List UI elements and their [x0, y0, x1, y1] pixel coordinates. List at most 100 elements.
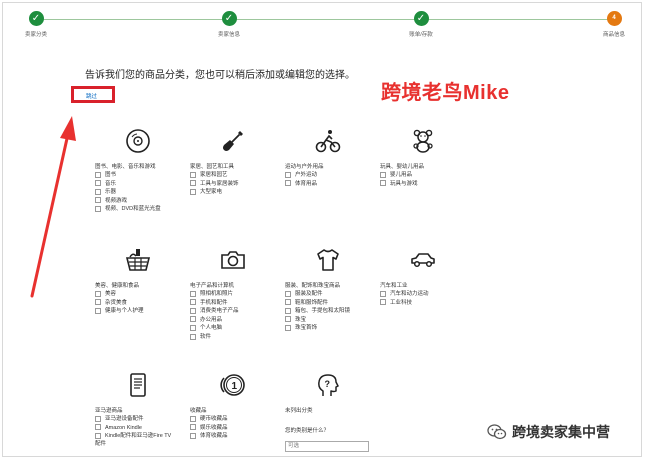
checkbox[interactable]	[95, 415, 101, 422]
checkbox[interactable]	[285, 324, 291, 331]
progress-step-4: 4 商品信息	[584, 11, 644, 38]
category-checkbox[interactable]: 视频、DVD和蓝光光盘	[95, 205, 205, 214]
checkbox[interactable]	[285, 180, 291, 187]
unlisted-category-input[interactable]	[285, 440, 369, 452]
category-checkbox[interactable]: 杂货美食	[95, 299, 205, 308]
checkbox[interactable]	[95, 307, 101, 314]
category-sports-outdoors: 运动与户外用品 户外运动 体育用品	[285, 128, 395, 188]
category-beauty-health-grocery: 美容、健康和食品 美容 杂货美食 健康与个人护理	[95, 247, 205, 316]
category-checkbox[interactable]: 体育收藏品	[190, 432, 300, 441]
category-checkbox[interactable]: 工业科技	[380, 299, 490, 308]
category-name: 电子产品和计算机	[190, 283, 235, 289]
category-toys-baby: 玩具、婴幼儿用品 婴儿用品 玩具与游戏	[380, 128, 490, 188]
checkbox[interactable]	[95, 197, 101, 204]
checkbox[interactable]	[95, 290, 101, 297]
category-checkbox[interactable]: 大型家电	[190, 188, 300, 197]
checkbox[interactable]	[95, 432, 101, 439]
progress-step-1: ✓ 卖家分类	[6, 11, 66, 38]
category-name: 收藏品	[190, 408, 207, 414]
checkbox[interactable]	[380, 290, 386, 297]
checkmark-icon: ✓	[413, 11, 429, 26]
category-checkbox[interactable]: 视频游戏	[95, 197, 205, 206]
checkbox[interactable]	[95, 424, 101, 431]
checkbox[interactable]	[190, 299, 196, 306]
current-step-icon: 4	[606, 11, 622, 26]
category-checkbox[interactable]: 照相机和照片	[190, 290, 300, 299]
category-amazon-products: 亚马逊商品 亚马逊设备配件 Amazon Kindle Kindle配件和亚马逊…	[95, 372, 205, 448]
category-checkbox[interactable]: 婴儿用品	[380, 171, 490, 180]
category-checkbox[interactable]: 消费类电子产品	[190, 307, 300, 316]
checkbox[interactable]	[95, 180, 101, 187]
category-collectibles: 1 收藏品 硬币收藏品 娱乐收藏品 体育收藏品	[190, 372, 300, 441]
svg-text:?: ?	[325, 379, 331, 389]
category-checkbox[interactable]: 亚马逊设备配件	[95, 415, 205, 424]
checkbox[interactable]	[285, 171, 291, 178]
category-checkbox[interactable]: 健康与个人护理	[95, 307, 205, 316]
svg-text:1: 1	[232, 381, 238, 392]
step-label: 账单/存款	[409, 32, 433, 38]
checkbox[interactable]	[380, 180, 386, 187]
category-books-media: 图书、电影、音乐和游戏 图书 音乐 乐器 视频游戏 视频、DVD和蓝光光盘	[95, 128, 205, 214]
category-checkbox[interactable]: 软件	[190, 333, 300, 342]
checkbox[interactable]	[285, 299, 291, 306]
wechat-icon	[487, 424, 507, 440]
checkbox[interactable]	[190, 424, 196, 431]
category-checkbox[interactable]: 服装及配件	[285, 290, 395, 299]
progress-line	[36, 19, 614, 20]
checkbox[interactable]	[190, 333, 196, 340]
checkbox[interactable]	[95, 299, 101, 306]
checkbox[interactable]	[190, 432, 196, 439]
checkbox[interactable]	[380, 171, 386, 178]
category-checkbox[interactable]: 工具与家居装饰	[190, 180, 300, 189]
category-checkbox[interactable]: 手机和配件	[190, 299, 300, 308]
checkbox[interactable]	[190, 180, 196, 187]
checkbox[interactable]	[190, 415, 196, 422]
category-checkbox[interactable]: 汽车和动力运动	[380, 290, 490, 299]
category-checkbox[interactable]: 家居和园艺	[190, 171, 300, 180]
category-checkbox[interactable]: 玩具与游戏	[380, 180, 490, 189]
checkbox[interactable]	[95, 205, 101, 212]
category-checkbox[interactable]: Amazon Kindle	[95, 424, 205, 433]
checkbox[interactable]	[190, 171, 196, 178]
checkbox[interactable]	[190, 188, 196, 195]
checkbox[interactable]	[190, 307, 196, 314]
category-checkbox[interactable]: 办公用品	[190, 316, 300, 325]
teddy-bear-icon	[413, 129, 433, 153]
progress-step-2: ✓ 卖家信息	[199, 11, 259, 38]
checkbox[interactable]	[95, 171, 101, 178]
skip-link[interactable]: 跳过	[86, 92, 97, 100]
category-checkbox[interactable]: 音乐	[95, 180, 205, 189]
checkbox[interactable]	[190, 324, 196, 331]
page-instruction: 告诉我们您的商品分类，您也可以稍后添加或编辑您的选择。	[85, 70, 355, 81]
checkbox[interactable]	[95, 188, 101, 195]
checkbox[interactable]	[285, 290, 291, 297]
category-checkbox[interactable]: 美容	[95, 290, 205, 299]
coin-icon: 1	[220, 374, 245, 396]
category-checkbox[interactable]: 乐器	[95, 188, 205, 197]
category-checkbox[interactable]: 珠宝	[285, 316, 395, 325]
category-clothing-jewelry: 服装、配饰和珠宝商品 服装及配件 鞋和服饰配件 箱包、手提包和太阳镜 珠宝 珠宝…	[285, 247, 395, 333]
category-checkbox[interactable]: 鞋和服饰配件	[285, 299, 395, 308]
category-automotive-industrial: 汽车和工业 汽车和动力运动 工业科技	[380, 247, 490, 307]
checkbox[interactable]	[285, 316, 291, 323]
category-checkbox[interactable]: 图书	[95, 171, 205, 180]
checkbox[interactable]	[380, 299, 386, 306]
category-checkbox[interactable]: 个人电脑	[190, 324, 300, 333]
checkbox[interactable]	[190, 316, 196, 323]
car-icon	[411, 253, 435, 268]
category-checkbox[interactable]: 箱包、手提包和太阳镜	[285, 307, 395, 316]
category-checkbox[interactable]: 珠宝首饰	[285, 324, 395, 333]
category-checkbox[interactable]: 娱乐收藏品	[190, 424, 300, 433]
step-label: 商品信息	[602, 32, 625, 38]
checkmark-icon: ✓	[28, 11, 44, 26]
category-checkbox[interactable]: 户外运动	[285, 171, 395, 180]
checkmark-icon: ✓	[221, 11, 237, 26]
category-checkbox[interactable]: Kindle配件和亚马逊Fire TV配件	[95, 432, 173, 448]
checkbox[interactable]	[285, 307, 291, 314]
category-name: 亚马逊商品	[95, 408, 123, 414]
category-checkbox[interactable]: 硬币收藏品	[190, 415, 300, 424]
checkbox[interactable]	[190, 290, 196, 297]
category-checkbox[interactable]: 体育用品	[285, 180, 395, 189]
category-unlisted: ? 未列出分类 您的类别是什么？	[285, 372, 395, 452]
camera-icon	[221, 251, 245, 269]
